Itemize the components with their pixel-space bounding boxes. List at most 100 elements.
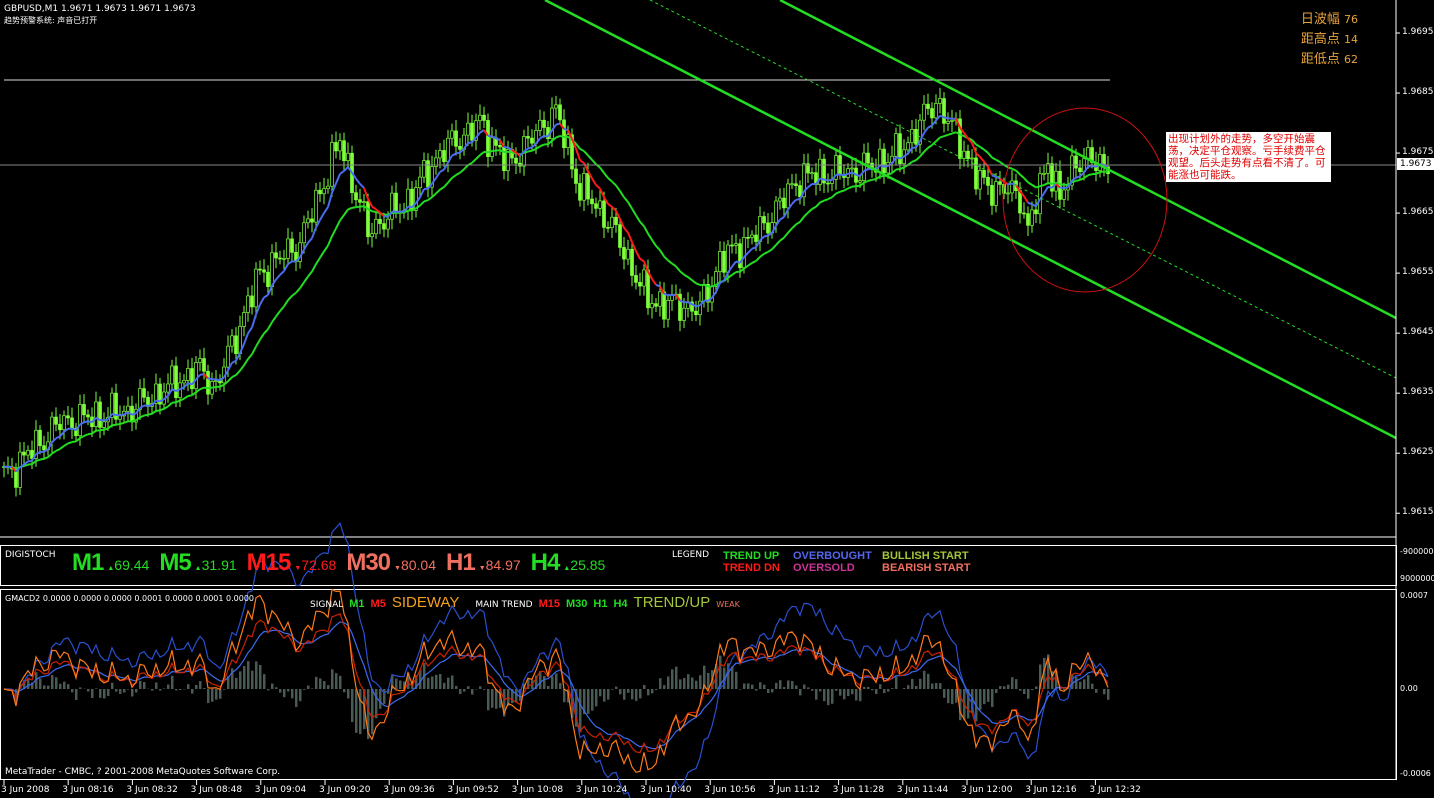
annotation-note[interactable]: 出现计划外的走势，多空开始震荡，决定平仓观察。亏手续费平仓观望。后头走势有点看不… [1166,132,1331,182]
candle-body [558,104,562,121]
time-tick-label: 3 Jun 10:56 [704,785,756,795]
slow-ma-segment [103,427,109,431]
tf-m1-value: ▲69.44 [107,557,150,573]
slow-ma-segment [667,259,673,265]
fast-ma-segment [1027,201,1033,206]
candle-body [742,236,746,269]
macd-histogram-bar [155,682,158,689]
macd-histogram-bar [643,685,646,689]
macd-histogram-bar [151,689,154,691]
candle-body [66,415,70,419]
candle-body [226,345,230,368]
fast-ma-segment [911,146,917,150]
candle-body [454,130,458,147]
price-chart[interactable] [0,0,1434,798]
candle-body [850,167,854,170]
candle-body [290,238,294,253]
macd-histogram-bar [783,687,786,689]
macd-histogram-bar [931,683,934,689]
fast-ma-segment [791,199,797,205]
macd-histogram-bar [815,689,818,700]
macd-histogram-bar [867,686,870,689]
slow-ma-segment [815,201,821,208]
slow-ma-segment [839,189,845,193]
fast-ma-segment [1031,203,1037,208]
slow-ma-segment [275,310,281,318]
gmacd-frame [0,589,1397,780]
signal-m5: M5 [370,598,386,610]
slow-ma-segment [199,386,205,391]
slow-ma-segment [671,262,677,268]
macd-histogram-bar [1031,689,1034,691]
slow-ma-segment [619,190,625,198]
candle-body [278,257,282,260]
slow-ma-segment [335,219,341,229]
fast-ma-segment [635,250,641,260]
slow-ma-segment [431,192,437,198]
fast-ma-segment [451,152,457,157]
candle-body [526,136,530,139]
slow-ma-segment [923,147,929,153]
slow-ma-segment [163,405,169,410]
candle-body [986,177,990,186]
macd-histogram-bar [287,689,290,692]
fast-ma-segment [27,459,33,463]
macd-histogram-bar [195,684,198,689]
fast-ma-segment [247,326,253,334]
slow-ma-segment [811,205,817,210]
slow-ma-segment [35,458,41,462]
fast-ma-segment [627,232,633,243]
macd-histogram-bar [171,675,174,689]
slow-ma-segment [807,208,813,214]
candle-body [330,142,334,187]
tf-m1: M1 [72,549,104,576]
fast-ma-segment [419,188,425,198]
candle-body [246,295,250,313]
slow-ma-segment [539,143,545,148]
macd-histogram-bar [1083,679,1086,689]
macd-histogram-bar [439,673,442,689]
candle-body [790,183,794,186]
macd-histogram-bar [1003,686,1006,689]
slow-ma-segment [211,385,217,389]
fast-ma-segment [243,333,249,345]
candle-body [482,114,486,121]
legend-bearish-start: BEARISH START [882,562,971,574]
slow-ma-segment [791,223,797,230]
candle-body [194,362,198,390]
tf-m15: M15 [246,549,292,576]
slow-ma-segment [475,154,481,160]
macd-histogram-bar [263,674,266,689]
candle-body [758,216,762,242]
fast-ma-segment [1091,164,1097,168]
candle-body [966,150,970,160]
candle-body [382,223,386,230]
candle-body [390,192,394,220]
slow-ma-segment [951,131,957,135]
slow-ma-segment [583,150,589,157]
macd-histogram-bar [187,684,190,689]
candle-body [970,157,974,160]
macd-histogram-bar [351,689,354,723]
slow-ma-segment [767,248,773,253]
macd-histogram-bar [1107,689,1110,700]
slow-ma-segment [315,257,321,265]
fast-ma-segment [279,270,285,276]
slow-ma-segment [427,196,433,201]
fast-ma-segment [839,173,845,177]
macd-histogram-bar [627,689,630,693]
candle-body [186,368,190,381]
fast-ma-segment [215,378,221,382]
macd-histogram-bar [827,689,830,706]
candle-body [662,291,666,320]
candle-body [586,173,590,200]
candle-body [282,258,286,260]
signal-state: SIDEWAY [391,594,460,611]
candle-body [962,150,966,159]
slow-ma-segment [695,282,701,286]
candle-body [478,114,482,122]
slow-ma-segment [39,457,45,461]
fast-ma-segment [275,274,281,281]
slow-ma-segment [439,186,445,191]
macd-histogram-bar [91,689,94,699]
